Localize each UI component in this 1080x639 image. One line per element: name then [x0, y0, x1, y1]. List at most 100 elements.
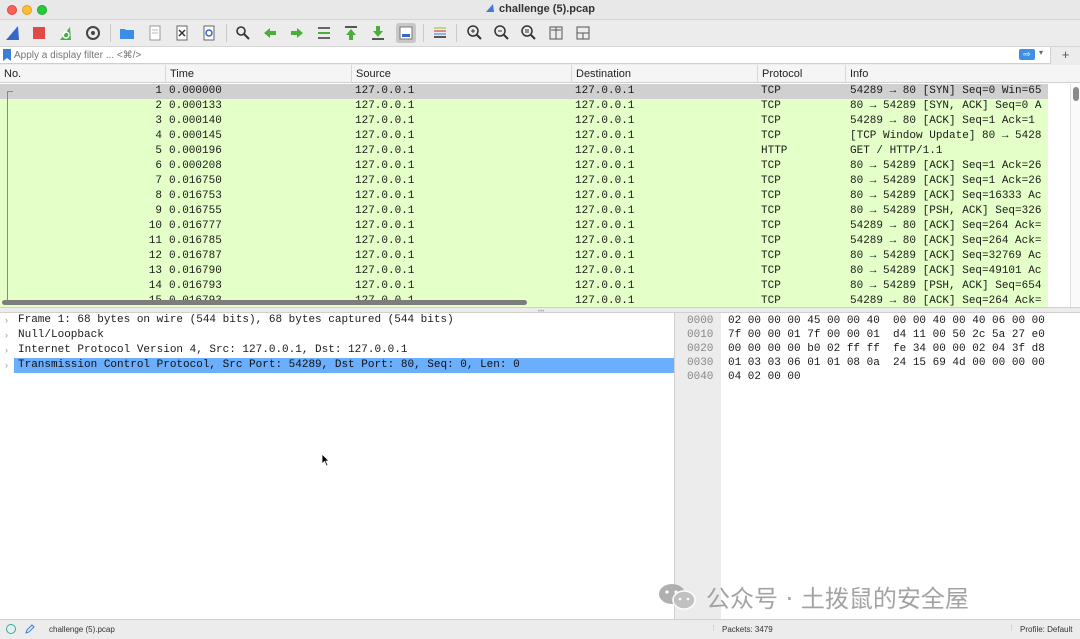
- column-header-protocol[interactable]: Protocol: [758, 65, 846, 83]
- packet-destination: 127.0.0.1: [575, 250, 635, 262]
- add-filter-button[interactable]: +: [1050, 47, 1080, 64]
- first-packet-button[interactable]: [341, 23, 361, 43]
- packet-time: 0.016777: [169, 220, 222, 232]
- layout-button[interactable]: [573, 23, 593, 43]
- packet-row[interactable]: 10 0.016777 127.0.0.1 127.0.0.1 TCP 54289 → 8…: [0, 219, 1048, 234]
- packet-row[interactable]: 12 0.016787 127.0.0.1 127.0.0.1 TCP 80 → 5428…: [0, 249, 1048, 264]
- wechat-icon: [659, 584, 696, 610]
- autoscroll-button[interactable]: [396, 23, 416, 43]
- status-profile[interactable]: Profile: Default: [1020, 625, 1072, 634]
- packet-row[interactable]: 8 0.016753 127.0.0.1 127.0.0.1 TCP 80 → 54289…: [0, 189, 1048, 204]
- chevron-right-icon[interactable]: ›: [5, 343, 8, 358]
- column-header-time[interactable]: Time: [166, 65, 352, 83]
- go-back-button[interactable]: [260, 23, 280, 43]
- column-header-source[interactable]: Source: [352, 65, 572, 83]
- status-bar: challenge (5).pcap ⋮ Packets: 3479 ⋮ Pro…: [0, 619, 1080, 639]
- packet-details: › Frame 1: 68 bytes on wire (544 bits), 6…: [0, 313, 675, 619]
- save-file-button[interactable]: [145, 23, 165, 43]
- hex-bytes[interactable]: 7f 00 00 01 7f 00 00 01 d4 11 00 50 2c 5…: [728, 328, 1045, 342]
- restart-capture-button[interactable]: [56, 23, 76, 43]
- zoom-reset-icon: [521, 25, 536, 40]
- packet-no: 14: [148, 280, 162, 292]
- start-capture-button[interactable]: [3, 23, 23, 43]
- packet-destination: 127.0.0.1: [575, 190, 635, 202]
- zoom-in-button[interactable]: [465, 23, 485, 43]
- scrollbar-thumb[interactable]: [2, 300, 527, 305]
- packet-row[interactable]: 6 0.000208 127.0.0.1 127.0.0.1 TCP 80 → 54289…: [0, 159, 1048, 174]
- arrow-right-icon: [291, 28, 303, 38]
- hex-bytes[interactable]: 04 02 00 00: [728, 370, 801, 384]
- capture-options-button[interactable]: [83, 23, 103, 43]
- last-packet-button[interactable]: [368, 23, 388, 43]
- packet-source: 127.0.0.1: [355, 205, 415, 217]
- detail-tree-item[interactable]: › Null/Loopback: [0, 328, 674, 343]
- status-separator: ⋮: [710, 625, 717, 632]
- packet-row[interactable]: 4 0.000145 127.0.0.1 127.0.0.1 TCP [TCP Windo…: [0, 129, 1048, 144]
- packet-time: 0.000000: [169, 85, 222, 97]
- packet-destination: 127.0.0.1: [575, 265, 635, 277]
- packet-time: 0.016790: [169, 265, 222, 277]
- packet-list-vscrollbar[interactable]: [1070, 84, 1080, 307]
- packet-source: 127.0.0.1: [355, 115, 415, 127]
- stop-icon: [33, 27, 45, 39]
- display-filter-input[interactable]: [14, 47, 1014, 63]
- packet-source: 127.0.0.1: [355, 145, 415, 157]
- bookmark-icon[interactable]: [3, 49, 11, 61]
- document-icon: [149, 25, 161, 41]
- chevron-right-icon[interactable]: ›: [5, 328, 8, 343]
- packet-list-hscrollbar[interactable]: [0, 300, 1048, 306]
- packet-protocol: TCP: [761, 235, 781, 247]
- scrollbar-thumb[interactable]: [1073, 87, 1079, 101]
- zoom-out-button[interactable]: [492, 23, 512, 43]
- normal-size-button[interactable]: [519, 23, 539, 43]
- packet-info: [TCP Window Update] 80 → 5428: [850, 130, 1042, 142]
- resize-columns-button[interactable]: [546, 23, 566, 43]
- packet-row[interactable]: 2 0.000133 127.0.0.1 127.0.0.1 TCP 80 → 54289…: [0, 99, 1048, 114]
- chevron-down-icon[interactable]: ▾: [1039, 48, 1049, 57]
- go-forward-button[interactable]: [287, 23, 307, 43]
- packet-row[interactable]: 1 0.000000 127.0.0.1 127.0.0.1 TCP 54289 → 80…: [0, 84, 1048, 99]
- conversation-bracket-line: [7, 91, 15, 304]
- packet-row[interactable]: 11 0.016785 127.0.0.1 127.0.0.1 TCP 54289 → 8…: [0, 234, 1048, 249]
- title-bar: challenge (5).pcap: [0, 0, 1080, 20]
- hex-bytes[interactable]: 02 00 00 00 45 00 00 40 00 00 40 00 40 0…: [728, 314, 1045, 328]
- hex-bytes[interactable]: 00 00 00 00 b0 02 ff ff fe 34 00 00 02 0…: [728, 342, 1045, 356]
- status-packet-count: Packets: 3479: [722, 625, 773, 634]
- find-packet-button[interactable]: [233, 23, 253, 43]
- detail-tree-item[interactable]: › Frame 1: 68 bytes on wire (544 bits), 6…: [0, 313, 674, 328]
- packet-row[interactable]: 14 0.016793 127.0.0.1 127.0.0.1 TCP 80 → 5428…: [0, 279, 1048, 294]
- apply-filter-button[interactable]: ⇨: [1019, 49, 1035, 60]
- chevron-right-icon[interactable]: ›: [5, 358, 8, 373]
- hex-bytes[interactable]: 01 03 03 06 01 01 08 0a 24 15 69 4d 00 0…: [728, 356, 1045, 370]
- packet-protocol: HTTP: [761, 145, 788, 157]
- column-header-no[interactable]: No.: [0, 65, 166, 83]
- open-file-button[interactable]: [117, 23, 137, 43]
- packet-protocol: TCP: [761, 280, 781, 292]
- packet-row[interactable]: 3 0.000140 127.0.0.1 127.0.0.1 TCP 54289 → 80…: [0, 114, 1048, 129]
- packet-destination: 127.0.0.1: [575, 145, 635, 157]
- packet-row[interactable]: 7 0.016750 127.0.0.1 127.0.0.1 TCP 80 → 54289…: [0, 174, 1048, 189]
- autoscroll-icon: [399, 26, 413, 40]
- hex-offset: 0030: [687, 357, 714, 369]
- packet-row[interactable]: 9 0.016755 127.0.0.1 127.0.0.1 TCP 80 → 54289…: [0, 204, 1048, 219]
- column-header-info[interactable]: Info: [846, 65, 1050, 83]
- column-header-destination[interactable]: Destination: [572, 65, 758, 83]
- packet-row[interactable]: 13 0.016790 127.0.0.1 127.0.0.1 TCP 80 → 5428…: [0, 264, 1048, 279]
- detail-tree-item[interactable]: › Transmission Control Protocol, Src Port…: [0, 358, 674, 373]
- window-title-text: challenge (5).pcap: [499, 3, 595, 15]
- chevron-right-icon[interactable]: ›: [5, 313, 8, 328]
- packet-destination: 127.0.0.1: [575, 175, 635, 187]
- detail-tree-item[interactable]: › Internet Protocol Version 4, Src: 127.0…: [0, 343, 674, 358]
- packet-destination: 127.0.0.1: [575, 85, 635, 97]
- packet-row[interactable]: 5 0.000196 127.0.0.1 127.0.0.1 HTTP GET / HTT…: [0, 144, 1048, 159]
- colorize-button[interactable]: [430, 23, 450, 43]
- reload-icon: [203, 25, 215, 41]
- close-file-button[interactable]: [172, 23, 192, 43]
- stop-capture-button[interactable]: [29, 23, 49, 43]
- edit-comment-icon[interactable]: [24, 623, 36, 635]
- packet-no: 2: [155, 100, 162, 112]
- go-to-packet-button[interactable]: [314, 23, 334, 43]
- packet-no: 5: [155, 145, 162, 157]
- reload-file-button[interactable]: [199, 23, 219, 43]
- ready-status-icon[interactable]: [6, 624, 16, 634]
